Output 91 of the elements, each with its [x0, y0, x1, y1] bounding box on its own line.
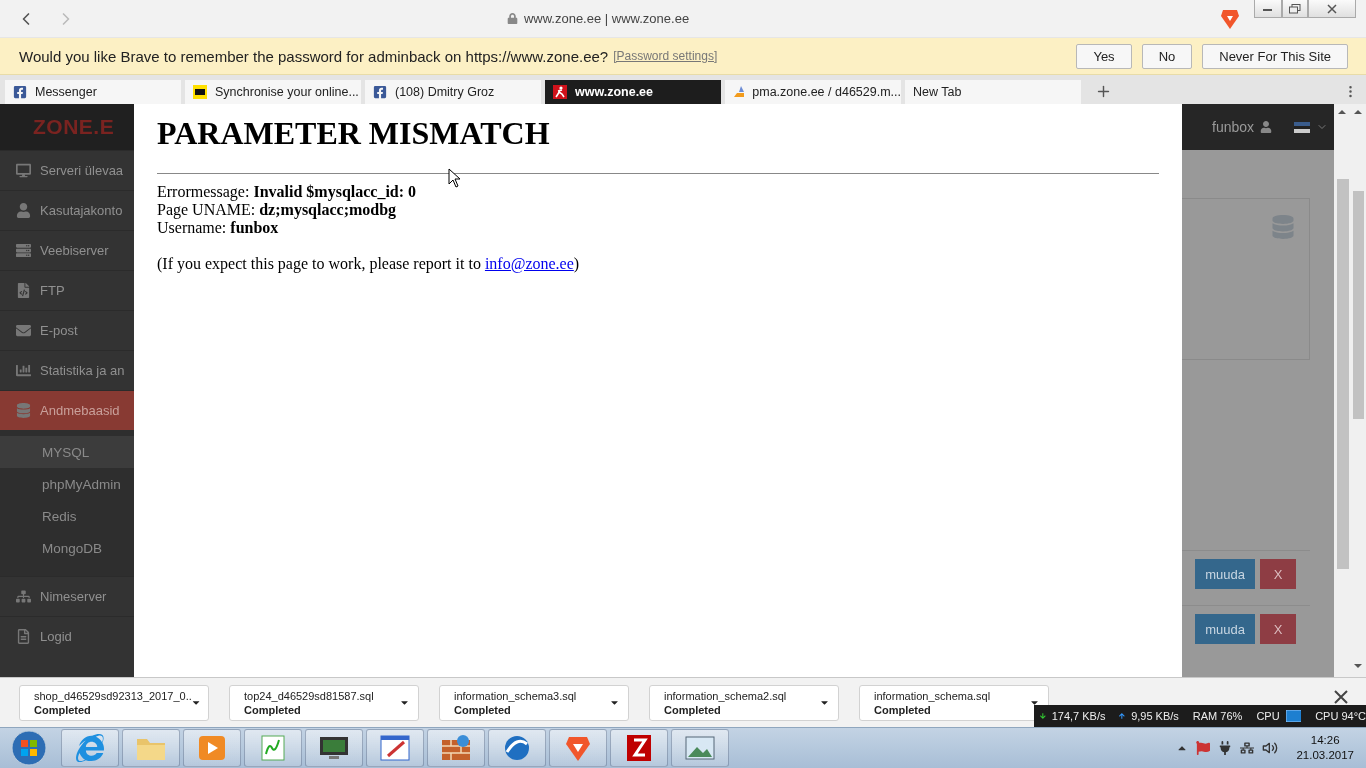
file-name: information_schema3.sql: [454, 688, 578, 703]
cpu-temperature: CPU 94°C: [1315, 710, 1366, 722]
prompt-button[interactable]: No: [1141, 43, 1193, 69]
prompt-button[interactable]: Yes: [1076, 43, 1132, 69]
upload-speed: 9,95 KB/s: [1131, 710, 1179, 722]
cursor-icon: [448, 168, 461, 188]
download-status: Completed: [244, 702, 302, 717]
network-icon[interactable]: [1240, 741, 1255, 755]
address-text[interactable]: www.zone.ee | www.zone.ee: [523, 11, 690, 26]
download-item[interactable]: shop_d46529sd92313_2017_0.. Completed: [19, 684, 209, 721]
download-speed: 174,7 KB/s: [1051, 710, 1106, 722]
database-icon: [16, 403, 31, 418]
hierarchy-icon: [16, 589, 31, 604]
sailboat-icon: [733, 86, 745, 98]
cpu-label: CPU: [1256, 710, 1280, 722]
server-icon: [16, 243, 31, 258]
swirl-icon[interactable]: [503, 734, 531, 762]
shield-icon[interactable]: [1220, 7, 1240, 30]
close-icon: [1327, 3, 1337, 14]
edit-button[interactable]: muuda: [1195, 614, 1255, 644]
report-text: (If you expect this page to work, please report it to info@zone.ee): [157, 255, 581, 273]
browser-tab[interactable]: (108) Dmitry Groz: [365, 80, 541, 104]
flag-icon[interactable]: [1294, 121, 1311, 133]
photo-icon[interactable]: [685, 735, 715, 761]
error-detail: Page UNAME: dz;mysqlacc;modbg: [157, 201, 398, 219]
download-status: Completed: [874, 702, 932, 717]
monitor-icon: [16, 163, 31, 178]
database-icon: [1271, 215, 1295, 239]
download-status: Completed: [34, 702, 92, 717]
volume-icon[interactable]: [1262, 740, 1279, 756]
download-status: Completed: [664, 702, 722, 717]
tag-icon: [193, 85, 207, 99]
browser-tab[interactable]: Messenger: [5, 80, 181, 104]
bar-chart-icon: [16, 363, 31, 378]
code-file-icon: [16, 283, 31, 298]
download-item[interactable]: information_schema.sql Completed: [859, 684, 1049, 721]
new-tab-button[interactable]: [1095, 83, 1112, 100]
browser-tab[interactable]: Synchronise your online...: [185, 80, 361, 104]
logo: ZONE.E: [0, 104, 134, 150]
submenu-item[interactable]: MYSQL: [0, 436, 134, 468]
cpu-graph: [1285, 710, 1302, 722]
file-name: information_schema2.sql: [664, 688, 788, 703]
error-detail: Errormessage: Invalid $mysqlacc_id: 0: [157, 183, 418, 201]
restore-icon: [1289, 3, 1301, 14]
prompt-message: Would you like Brave to remember the password for adminback on https://www.zone.ee?: [19, 47, 609, 65]
file-name: top24_d46529sd81587.sql: [244, 688, 375, 703]
runner-icon: [553, 85, 567, 99]
download-item[interactable]: information_schema2.sql Completed: [649, 684, 839, 721]
lock-icon: [506, 13, 518, 24]
brick-wall-icon[interactable]: [441, 734, 471, 762]
submenu-item[interactable]: Redis: [0, 500, 134, 532]
user-name: funbox: [1212, 119, 1255, 135]
edit-button[interactable]: muuda: [1195, 559, 1255, 589]
shield-icon[interactable]: [565, 734, 591, 762]
download-item[interactable]: top24_d46529sd81587.sql Completed: [229, 684, 419, 721]
browser-tab[interactable]: pma.zone.ee / d46529.m...: [725, 80, 901, 104]
close-button[interactable]: [1334, 690, 1348, 704]
delete-button[interactable]: X: [1260, 559, 1296, 589]
prompt-button[interactable]: Never For This Site: [1202, 43, 1348, 69]
facebook-icon: [13, 85, 27, 99]
upload-arrow-icon: [1119, 712, 1126, 720]
submenu-item[interactable]: phpMyAdmin: [0, 468, 134, 500]
error-title: PARAMETER MISMATCH: [157, 114, 551, 152]
notepad-icon[interactable]: [259, 734, 287, 762]
browser-tab[interactable]: www.zone.ee: [545, 80, 721, 104]
envelope-icon: [16, 323, 31, 338]
monitor-icon[interactable]: [319, 735, 349, 761]
browser-tab[interactable]: New Tab: [905, 80, 1081, 104]
clock[interactable]: 14:26 21.03.2017: [1296, 733, 1354, 763]
submenu-item[interactable]: MongoDB: [0, 532, 134, 564]
globe-e-icon[interactable]: [76, 734, 104, 762]
file-name: information_schema.sql: [874, 688, 992, 703]
sidebar-item[interactable]: Andmebaasid: [0, 390, 134, 430]
power-icon[interactable]: [1218, 741, 1233, 755]
restore-button[interactable]: [1282, 0, 1308, 18]
user-icon: [16, 203, 31, 218]
error-detail: Username: funbox: [157, 219, 280, 237]
ram-usage: RAM 76%: [1192, 710, 1243, 722]
download-item[interactable]: information_schema3.sql Completed: [439, 684, 629, 721]
download-status: Completed: [454, 702, 512, 717]
delete-button[interactable]: X: [1260, 614, 1296, 644]
email-link[interactable]: info@zone.ee: [484, 255, 574, 272]
user-icon: [1260, 121, 1273, 133]
document-icon: [16, 629, 31, 644]
file-name: shop_d46529sd92313_2017_0..: [34, 688, 192, 703]
paint-window-icon[interactable]: [380, 734, 410, 762]
filezilla-icon[interactable]: [626, 734, 652, 762]
facebook-icon: [373, 85, 387, 99]
minimize-button[interactable]: [1254, 0, 1282, 18]
password-settings-link[interactable]: [Password settings]: [613, 49, 718, 63]
download-arrow-icon: [1040, 712, 1046, 720]
